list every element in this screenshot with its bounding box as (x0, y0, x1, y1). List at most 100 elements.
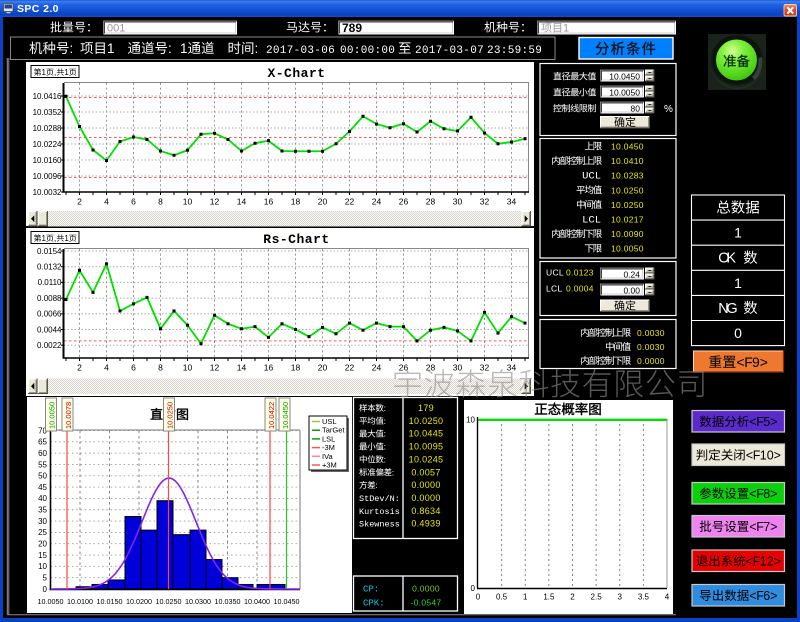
svg-text:-0.0547: -0.0547 (411, 598, 442, 608)
svg-text:3.5: 3.5 (638, 593, 650, 602)
svg-text:SPC 2.0: SPC 2.0 (17, 3, 59, 15)
svg-text:2017-03-06: 2017-03-06 (266, 45, 335, 57)
svg-text:10.0450: 10.0450 (611, 142, 644, 152)
svg-text:10.0050: 10.0050 (38, 597, 64, 606)
svg-text::: : (384, 442, 386, 452)
svg-text:10.0450: 10.0450 (274, 597, 300, 606)
svg-text::: : (384, 416, 386, 426)
svg-text:1: 1 (563, 23, 569, 35)
svg-text:10.0350: 10.0350 (215, 597, 241, 606)
svg-text:34: 34 (507, 363, 517, 373)
svg-text:28: 28 (426, 363, 436, 373)
svg-text:001: 001 (107, 23, 125, 35)
svg-text:10.0410: 10.0410 (611, 156, 644, 166)
svg-text:10.0250: 10.0250 (611, 185, 644, 195)
svg-text::: : (375, 480, 377, 490)
svg-text:>: > (770, 415, 777, 429)
svg-text:24: 24 (372, 197, 382, 207)
svg-text:40: 40 (38, 494, 47, 503)
svg-text:10.0050: 10.0050 (611, 244, 644, 254)
svg-text:10.0283: 10.0283 (611, 171, 644, 181)
svg-text:18: 18 (291, 197, 301, 207)
svg-text:30: 30 (453, 197, 463, 207)
svg-text:1: 1 (42, 68, 47, 77)
svg-text:-3M: -3M (322, 443, 335, 452)
svg-text::: : (384, 403, 386, 413)
svg-text:10.0217: 10.0217 (611, 215, 644, 225)
svg-text:0.0123: 0.0123 (566, 268, 594, 278)
svg-text:0.0154: 0.0154 (37, 247, 62, 256)
svg-text:>: > (774, 449, 781, 463)
svg-text:CPK:: CPK: (363, 599, 385, 609)
svg-text:10.0300: 10.0300 (185, 597, 211, 606)
svg-text:10.0224: 10.0224 (33, 140, 62, 149)
svg-text:30: 30 (38, 517, 47, 526)
svg-text:X-Chart: X-Chart (267, 66, 325, 81)
svg-text:2017-03-07: 2017-03-07 (415, 45, 484, 57)
svg-text:4: 4 (104, 363, 109, 373)
svg-text:,: , (54, 68, 56, 77)
svg-text:6: 6 (131, 363, 136, 373)
svg-text:22: 22 (345, 197, 355, 207)
svg-text:2.5: 2.5 (591, 593, 603, 602)
svg-text:2: 2 (77, 363, 82, 373)
svg-text:10.0250: 10.0250 (409, 416, 444, 426)
svg-text:16: 16 (264, 197, 274, 207)
svg-text:10.0245: 10.0245 (409, 454, 444, 464)
svg-text:10.0078: 10.0078 (64, 402, 73, 429)
svg-text:1: 1 (107, 41, 115, 56)
svg-text:6: 6 (131, 197, 136, 207)
svg-text:10.0095: 10.0095 (409, 442, 444, 452)
svg-text:Skewness: Skewness (359, 520, 400, 530)
svg-text:16: 16 (264, 363, 274, 373)
svg-text:8: 8 (158, 363, 163, 373)
svg-text::: : (255, 41, 259, 56)
svg-text:10.0096: 10.0096 (33, 172, 62, 181)
svg-text:25: 25 (38, 528, 47, 537)
svg-text:20: 20 (318, 363, 328, 373)
svg-text:USL: USL (322, 417, 337, 426)
svg-text:Rs-Chart: Rs-Chart (263, 232, 329, 247)
svg-text:6: 6 (763, 589, 770, 603)
svg-text:28: 28 (426, 197, 436, 207)
svg-text:0.24: 0.24 (623, 269, 640, 279)
svg-text:8: 8 (763, 487, 770, 501)
svg-text::: : (384, 429, 386, 439)
svg-text:0.0132: 0.0132 (37, 263, 62, 272)
svg-text:0: 0 (734, 325, 742, 341)
svg-text:10.0032: 10.0032 (33, 188, 62, 197)
svg-text:00:00:00: 00:00:00 (340, 45, 395, 57)
svg-text:15: 15 (38, 551, 47, 560)
svg-text:10.0422: 10.0422 (267, 402, 276, 429)
svg-text:0.0088: 0.0088 (37, 294, 62, 303)
svg-text:30: 30 (453, 363, 463, 373)
svg-text::: : (70, 41, 74, 56)
svg-text:1: 1 (734, 225, 742, 241)
svg-text:12: 12 (210, 363, 220, 373)
svg-text:18: 18 (291, 363, 301, 373)
svg-text:0.0030: 0.0030 (637, 328, 665, 338)
svg-text:10.0450: 10.0450 (609, 71, 640, 81)
svg-text:0.00: 0.00 (623, 285, 640, 295)
svg-text:0.0000: 0.0000 (412, 584, 440, 594)
svg-text:20: 20 (38, 540, 47, 549)
svg-text:35: 35 (38, 506, 47, 515)
svg-text:0: 0 (476, 593, 481, 602)
svg-text:32: 32 (480, 363, 490, 373)
svg-text:0.0000: 0.0000 (637, 356, 665, 366)
svg-text:0.0004: 0.0004 (566, 284, 594, 294)
svg-text::: : (168, 41, 172, 56)
svg-text:10.0160: 10.0160 (33, 156, 62, 165)
svg-text:2: 2 (570, 593, 575, 602)
svg-text:0.0057: 0.0057 (411, 467, 440, 477)
svg-text:2: 2 (77, 197, 82, 207)
svg-text:0.0110: 0.0110 (38, 278, 62, 287)
svg-text:1: 1 (734, 275, 742, 291)
svg-text:0: 0 (471, 584, 476, 593)
svg-text:Kurtosis: Kurtosis (359, 507, 400, 517)
svg-text:StDev/N:: StDev/N: (359, 494, 400, 504)
svg-text:80: 80 (631, 103, 641, 113)
svg-text:24: 24 (372, 363, 382, 373)
svg-text:IVa: IVa (322, 452, 334, 461)
svg-text:4: 4 (104, 197, 109, 207)
